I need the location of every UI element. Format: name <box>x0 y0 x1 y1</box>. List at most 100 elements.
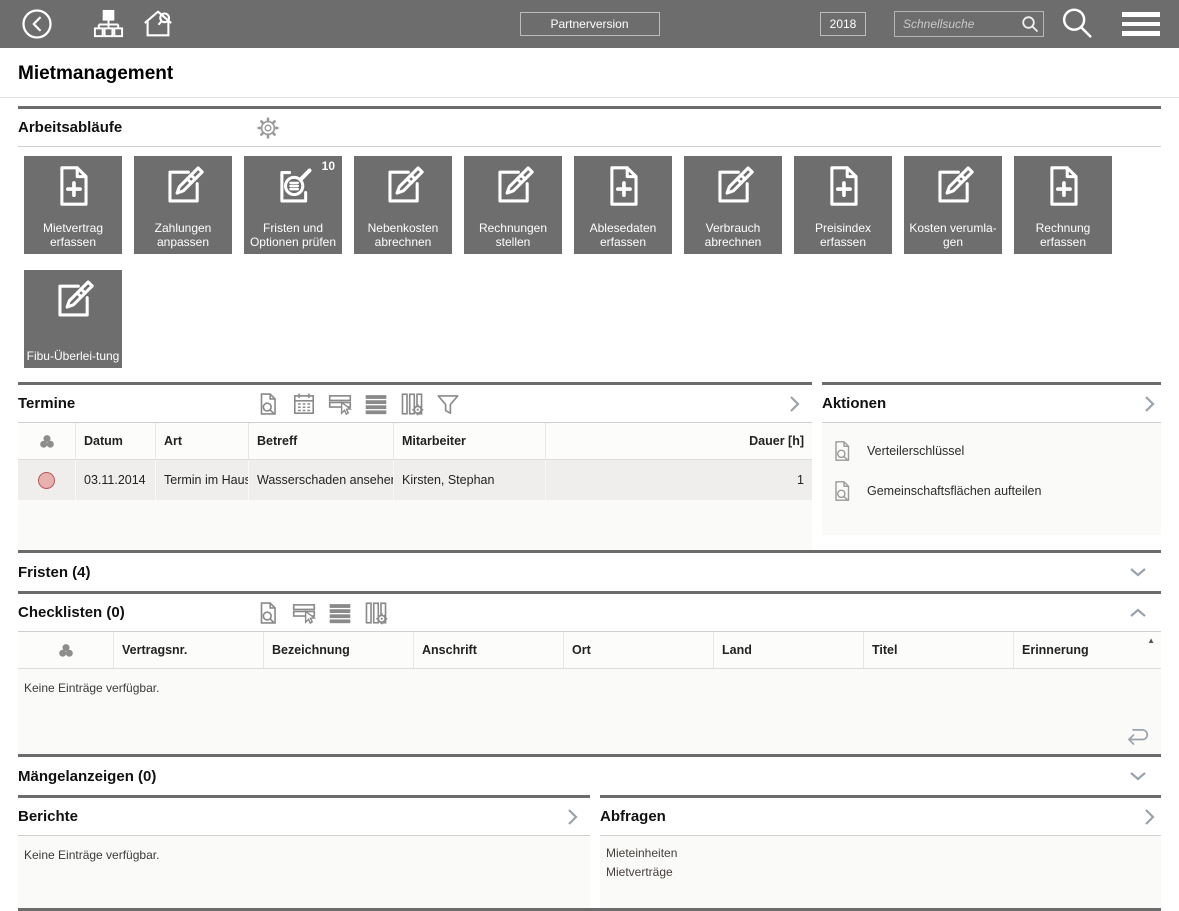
status-column-header[interactable] <box>18 423 75 459</box>
edit-icon <box>710 163 756 209</box>
tile-label: Kosten verumla-gen <box>906 222 1000 249</box>
workflow-tile-kosten-verumlagen[interactable]: Kosten verumla-gen <box>904 156 1002 254</box>
advanced-search-icon[interactable] <box>1058 5 1096 43</box>
column-header-bezeichnung[interactable]: Bezeichnung <box>263 632 413 668</box>
column-header-anschrift[interactable]: Anschrift <box>413 632 563 668</box>
column-header-erinnerung[interactable]: Erinnerung <box>1013 632 1161 668</box>
aktion-gemeinschaftsflaechen[interactable]: Gemeinschaftsflächen aufteilen <box>826 471 1161 511</box>
termine-panel: Termine <box>18 382 812 550</box>
abfragen-panel: Abfragen Mieteinheiten Mietverträge <box>600 795 1161 908</box>
workflow-tile-rechnung-erfassen[interactable]: Rechnung erfassen <box>1014 156 1112 254</box>
edit-icon <box>930 163 976 209</box>
column-header-mitarbeiter[interactable]: Mitarbeiter <box>393 423 545 459</box>
art-cell: Termin im Haus <box>155 460 248 500</box>
abfrage-mieteinheiten[interactable]: Mieteinheiten <box>606 844 1161 863</box>
edit-icon <box>160 163 206 209</box>
calendar-icon[interactable] <box>291 391 317 417</box>
checklisten-table-header: Vertragsnr. Bezeichnung Anschrift Ort La… <box>18 632 1161 669</box>
column-header-vertragsnr[interactable]: Vertragsnr. <box>113 632 263 668</box>
column-header-dauer[interactable]: Dauer [h] <box>545 423 812 459</box>
fristen-section: Fristen (4) <box>18 550 1161 591</box>
workflow-tile-fibu-ueberleitung[interactable]: Fibu-Überlei-tung <box>24 270 122 368</box>
column-header-art[interactable]: Art <box>155 423 248 459</box>
workflow-tile-ablesedaten-erfassen[interactable]: Ablesedaten erfassen <box>574 156 672 254</box>
berichte-header: Berichte <box>18 798 590 836</box>
column-header-ort[interactable]: Ort <box>563 632 713 668</box>
filter-icon[interactable] <box>435 391 461 417</box>
status-red-dot <box>38 472 55 489</box>
abfrage-mietvertraege[interactable]: Mietverträge <box>606 863 1161 882</box>
fristen-header[interactable]: Fristen (4) <box>18 553 1161 591</box>
gear-icon[interactable] <box>255 115 281 141</box>
workflow-tile-rechnungen-stellen[interactable]: Rechnungen stellen <box>464 156 562 254</box>
partnerversion-button[interactable]: Partnerversion <box>520 12 660 36</box>
column-header-datum[interactable]: Datum <box>75 423 155 459</box>
aktion-verteilerschluessel[interactable]: Verteilerschlüssel <box>826 431 1161 471</box>
workflow-tile-zahlungen-anpassen[interactable]: Zahlungen anpassen <box>134 156 232 254</box>
checklisten-collapse-chevron[interactable] <box>1129 608 1147 618</box>
column-header-land[interactable]: Land <box>713 632 863 668</box>
termine-table-header: Datum Art Betreff Mitarbeiter Dauer [h] <box>18 423 812 460</box>
workflows-header: Arbeitsabläufe <box>18 109 1161 147</box>
column-header-titel[interactable]: Titel <box>863 632 1013 668</box>
return-arrow-icon[interactable] <box>1123 724 1151 746</box>
status-column-header[interactable] <box>18 632 113 668</box>
cluster-icon <box>39 434 55 449</box>
select-rows-icon[interactable] <box>327 391 353 417</box>
checklisten-toolbar <box>255 600 389 626</box>
tile-badge: 10 <box>322 159 335 173</box>
abfragen-expand-chevron[interactable] <box>1143 808 1155 826</box>
page-title: Mietmanagement <box>18 63 1161 85</box>
column-header-betreff[interactable]: Betreff <box>248 423 393 459</box>
aktionen-header: Aktionen <box>822 385 1161 423</box>
abfragen-list: Mieteinheiten Mietverträge <box>600 836 1161 908</box>
termine-header: Termine <box>18 385 812 423</box>
checklisten-title: Checklisten (0) <box>18 604 255 621</box>
workflow-tiles: Mietvertrag erfassen Zahlungen anpassen … <box>18 147 1161 382</box>
list-icon[interactable] <box>363 391 389 417</box>
sort-ascending-indicator[interactable]: ▲ <box>1147 636 1155 645</box>
preview-icon[interactable] <box>255 391 281 417</box>
preview-icon[interactable] <box>255 600 281 626</box>
termine-table-row[interactable]: 03.11.2014 Termin im Haus Wasserschaden … <box>18 460 812 500</box>
document-add-icon <box>50 163 96 209</box>
columns-settings-icon[interactable] <box>363 600 389 626</box>
list-icon[interactable] <box>327 600 353 626</box>
menu-icon[interactable] <box>1122 12 1160 36</box>
dauer-cell: 1 <box>545 460 812 500</box>
search-document-icon <box>270 163 316 209</box>
select-rows-icon[interactable] <box>291 600 317 626</box>
berichte-panel: Berichte Keine Einträge verfügbar. <box>18 795 590 908</box>
topbar: Partnerversion 2018 <box>0 0 1179 48</box>
tile-label: Rechnung erfassen <box>1016 222 1110 249</box>
org-chart-icon[interactable] <box>92 8 125 41</box>
workflow-tile-fristen-optionen-pruefen[interactable]: 10 Fristen und Optionen prüfen <box>244 156 342 254</box>
termine-expand-chevron[interactable] <box>788 395 800 413</box>
aktionen-expand-chevron[interactable] <box>1143 395 1155 413</box>
berichte-abfragen-row: Berichte Keine Einträge verfügbar. Abfra… <box>18 795 1161 908</box>
tile-label: Zahlungen anpassen <box>136 222 230 249</box>
betreff-cell: Wasserschaden ansehen <box>248 460 393 500</box>
tile-label: Nebenkosten abrechnen <box>356 222 450 249</box>
workflow-tile-preisindex-erfassen[interactable]: Preisindex erfassen <box>794 156 892 254</box>
abfragen-header: Abfragen <box>600 798 1161 836</box>
edit-icon <box>380 163 426 209</box>
workflow-tile-nebenkosten-abrechnen[interactable]: Nebenkosten abrechnen <box>354 156 452 254</box>
maengelanzeigen-collapse-chevron[interactable] <box>1129 771 1147 781</box>
checklisten-empty-text: Keine Einträge verfügbar. <box>18 669 1161 695</box>
maengelanzeigen-header[interactable]: Mängelanzeigen (0) <box>18 757 1161 795</box>
search-icon[interactable] <box>1021 15 1039 33</box>
workflow-tile-verbrauch-abrechnen[interactable]: Verbrauch abrechnen <box>684 156 782 254</box>
termine-title: Termine <box>18 395 255 412</box>
mitarbeiter-cell: Kirsten, Stephan <box>393 460 545 500</box>
year-button[interactable]: 2018 <box>820 12 866 36</box>
fristen-collapse-chevron[interactable] <box>1129 567 1147 577</box>
document-search-icon <box>830 439 854 463</box>
cluster-icon <box>58 643 74 658</box>
back-icon[interactable] <box>20 7 54 41</box>
berichte-expand-chevron[interactable] <box>566 808 578 826</box>
abfragen-title: Abfragen <box>600 808 666 825</box>
workflow-tile-mietvertrag-erfassen[interactable]: Mietvertrag erfassen <box>24 156 122 254</box>
home-search-icon[interactable] <box>141 7 175 41</box>
columns-settings-icon[interactable] <box>399 391 425 417</box>
